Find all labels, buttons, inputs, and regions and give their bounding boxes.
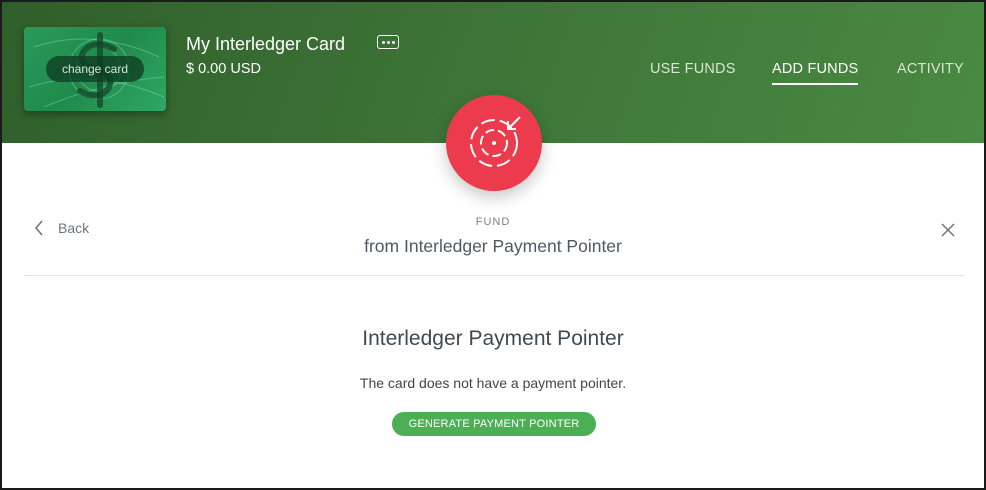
divider [24, 275, 964, 276]
card-title: My Interledger Card [186, 34, 346, 54]
fund-target-icon [446, 95, 542, 191]
fund-subtitle: from Interledger Payment Pointer [364, 236, 622, 256]
close-icon[interactable] [940, 222, 956, 238]
card-balance: $ 0.00 USD [186, 61, 261, 77]
app-window: change card My Interledger Card $ 0.00 U… [0, 0, 986, 490]
change-card-button[interactable]: change card [46, 56, 144, 82]
section-title: Interledger Payment Pointer [362, 327, 624, 350]
generate-payment-pointer-button[interactable]: GENERATE PAYMENT POINTER [392, 412, 596, 436]
card-thumbnail[interactable]: change card [24, 27, 166, 111]
more-dots-icon[interactable] [377, 35, 399, 49]
tab-add-funds[interactable]: ADD FUNDS [772, 61, 859, 85]
tab-use-funds[interactable]: USE FUNDS [650, 61, 736, 77]
tab-activity[interactable]: ACTIVITY [897, 61, 964, 77]
status-message: The card does not have a payment pointer… [359, 375, 627, 391]
fund-label: FUND [475, 216, 511, 228]
